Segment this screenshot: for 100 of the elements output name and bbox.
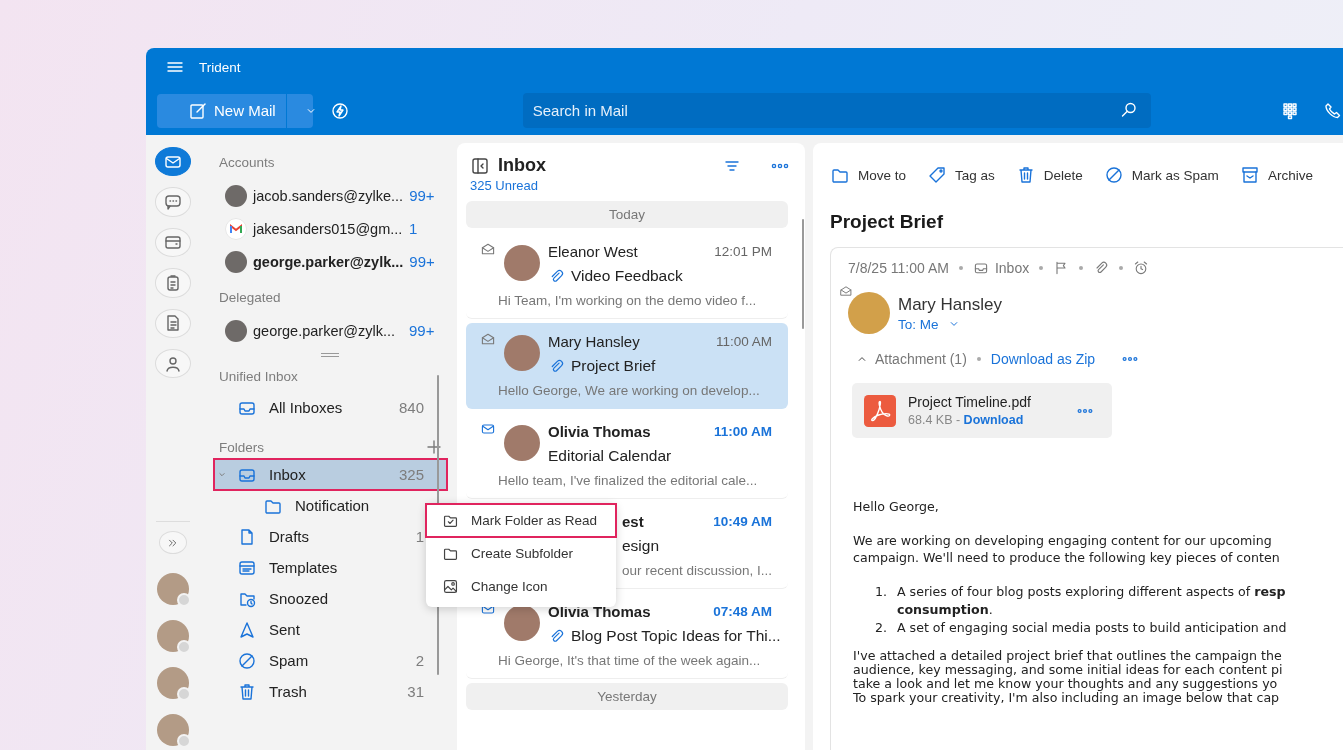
account-item[interactable]: george.parker@zylk... 99+ [215,245,456,278]
folder-label: Spam [269,652,310,669]
account-item[interactable]: george.parker@zylk... 99+ [215,314,456,347]
sender-name: Olivia Thomas [548,602,652,620]
panel-toggle-icon[interactable] [470,155,490,176]
message-subject: Project Brief [571,357,656,375]
message-item[interactable]: Mary Hansley 11:00 AM Project Brief Hello George, We are working on develop... [466,323,788,409]
account-item[interactable]: jacob.sanders@zylke... 99+ [215,179,456,212]
message-time: 07:48 AM [713,603,772,619]
file-size: 68.4 KB - [908,413,961,427]
folder-label[interactable]: Inbox [994,260,1030,276]
search-field[interactable]: Search in Mail [522,93,1151,128]
scrollbar[interactable] [802,219,804,329]
attachment-card[interactable]: Project Timeline.pdf 68.4 KB - Download [852,383,1112,438]
avatar[interactable] [157,620,189,652]
trash-icon [237,681,257,702]
section-heading: Delegated [218,290,282,307]
archive-button[interactable]: Archive [1239,164,1313,186]
tag-button[interactable]: Tag as [927,164,995,186]
inbox-icon [972,260,989,276]
folder-label: Snoozed [269,590,330,607]
folder-item[interactable]: All Inboxes 840 [215,393,446,422]
section-heading: Unified Inbox [218,369,299,386]
avatar[interactable] [157,667,189,699]
search-icon[interactable] [1119,100,1139,120]
pdf-icon [864,394,896,427]
delete-button[interactable]: Delete [1015,164,1083,186]
message-subject: Editorial Calendar [548,447,672,465]
envelope-icon[interactable] [480,421,496,437]
wallet-app-button[interactable] [155,227,191,258]
message-time: 10:49 AM [713,513,772,529]
list-number: 1. [873,583,887,601]
contact-app-button[interactable] [155,348,191,379]
list-title: Inbox [498,155,546,176]
chat-app-button[interactable] [155,187,191,217]
message-subject: Video Feedback [571,267,683,285]
message-time: 11:00 AM [715,333,772,349]
message-subject: esign [622,537,660,555]
recipients-dropdown[interactable]: To: Me [898,316,1002,332]
sender-name: Mary Hansley [548,332,641,350]
body-paragraph: We are working on developing engaging content for our upcoming campaign. We'll need to produce the following key pieces of conten [853,532,1281,566]
avatar [225,184,247,207]
mail-app-button[interactable] [155,147,191,177]
download-link[interactable]: Download [963,413,1024,427]
dialpad-icon[interactable] [1280,100,1300,121]
spam-icon [237,650,257,671]
folder-label: Sent [269,621,301,638]
sender-name: Olivia Thomas [548,422,652,440]
image-icon [442,578,459,595]
unread-count: 1 [409,220,418,237]
message-time: 12:01 PM [714,243,772,259]
message-item[interactable]: Eleanor West 12:01 PM Video Feedback Hi Team, I'm working on the demo video f... [466,233,788,319]
message-preview: our recent discussion, I... [622,562,772,578]
open-envelope-icon[interactable] [480,331,496,347]
folder-item[interactable]: Inbox 325 [215,460,446,489]
open-envelope-icon[interactable] [480,241,496,257]
new-mail-button[interactable]: New Mail [157,93,286,128]
open-envelope-icon[interactable] [839,284,853,298]
unread-count: 99+ [409,187,435,204]
move-button[interactable]: Move to [830,164,907,186]
avatar [504,425,540,461]
list-item: A series of four blog posts exploring different aspects of resp consumption. [897,583,1286,619]
message-subject: Blog Post Topic Ideas for Thi... [571,627,781,645]
add-icon[interactable] [424,437,444,457]
file-name: Project Timeline.pdf [908,394,1032,410]
alarm-clock-icon[interactable] [1133,260,1150,276]
message-preview: Hi Team, I'm working on the demo video f... [497,292,758,308]
section-heading: Folders [219,439,264,455]
account-item[interactable]: jakesanders015@gm... 1 [215,212,456,245]
avatar [848,292,890,334]
archive-icon [1239,165,1260,185]
spam-button[interactable]: Mark as Spam [1103,164,1219,186]
message-item[interactable]: Olivia Thomas 11:00 AM Editorial Calendar Hello team, I've finalized the editorial cale... [466,413,788,499]
send-icon [237,619,257,640]
list-item: A set of engaging social media posts to build anticipation and [897,619,1287,637]
account-email: george.parker@zylk... [253,253,404,270]
avatar [225,319,247,342]
folder-item[interactable]: Sent [215,615,446,644]
avatar[interactable] [157,714,189,746]
avatar [504,605,540,641]
unread-count[interactable]: 325 Unread [470,178,796,193]
folder-count: 2 [415,652,424,669]
section-heading: Accounts [218,155,276,172]
message-preview: Hello George, We are working on develop... [497,382,761,398]
avatar[interactable] [157,573,189,605]
clipboard-app-button[interactable] [155,268,191,298]
greeting: Hello George, [853,498,940,515]
note-app-button[interactable] [155,308,191,338]
download-zip-link[interactable]: Download as Zip [990,351,1096,367]
folder-label: Notification [295,497,371,514]
email-subject: Project Brief [830,211,944,233]
folder-label: All Inboxes [269,399,344,416]
folder-label: Templates [269,559,339,576]
window-title: Trident [199,59,241,75]
lightning-icon[interactable] [329,100,350,121]
folder-item[interactable]: Trash 31 [215,677,446,706]
folder-item[interactable]: Spam 2 [215,646,446,675]
message-time: 11:00 AM [713,423,772,439]
unread-count: 99+ [409,322,435,339]
resize-handle[interactable] [321,353,339,357]
